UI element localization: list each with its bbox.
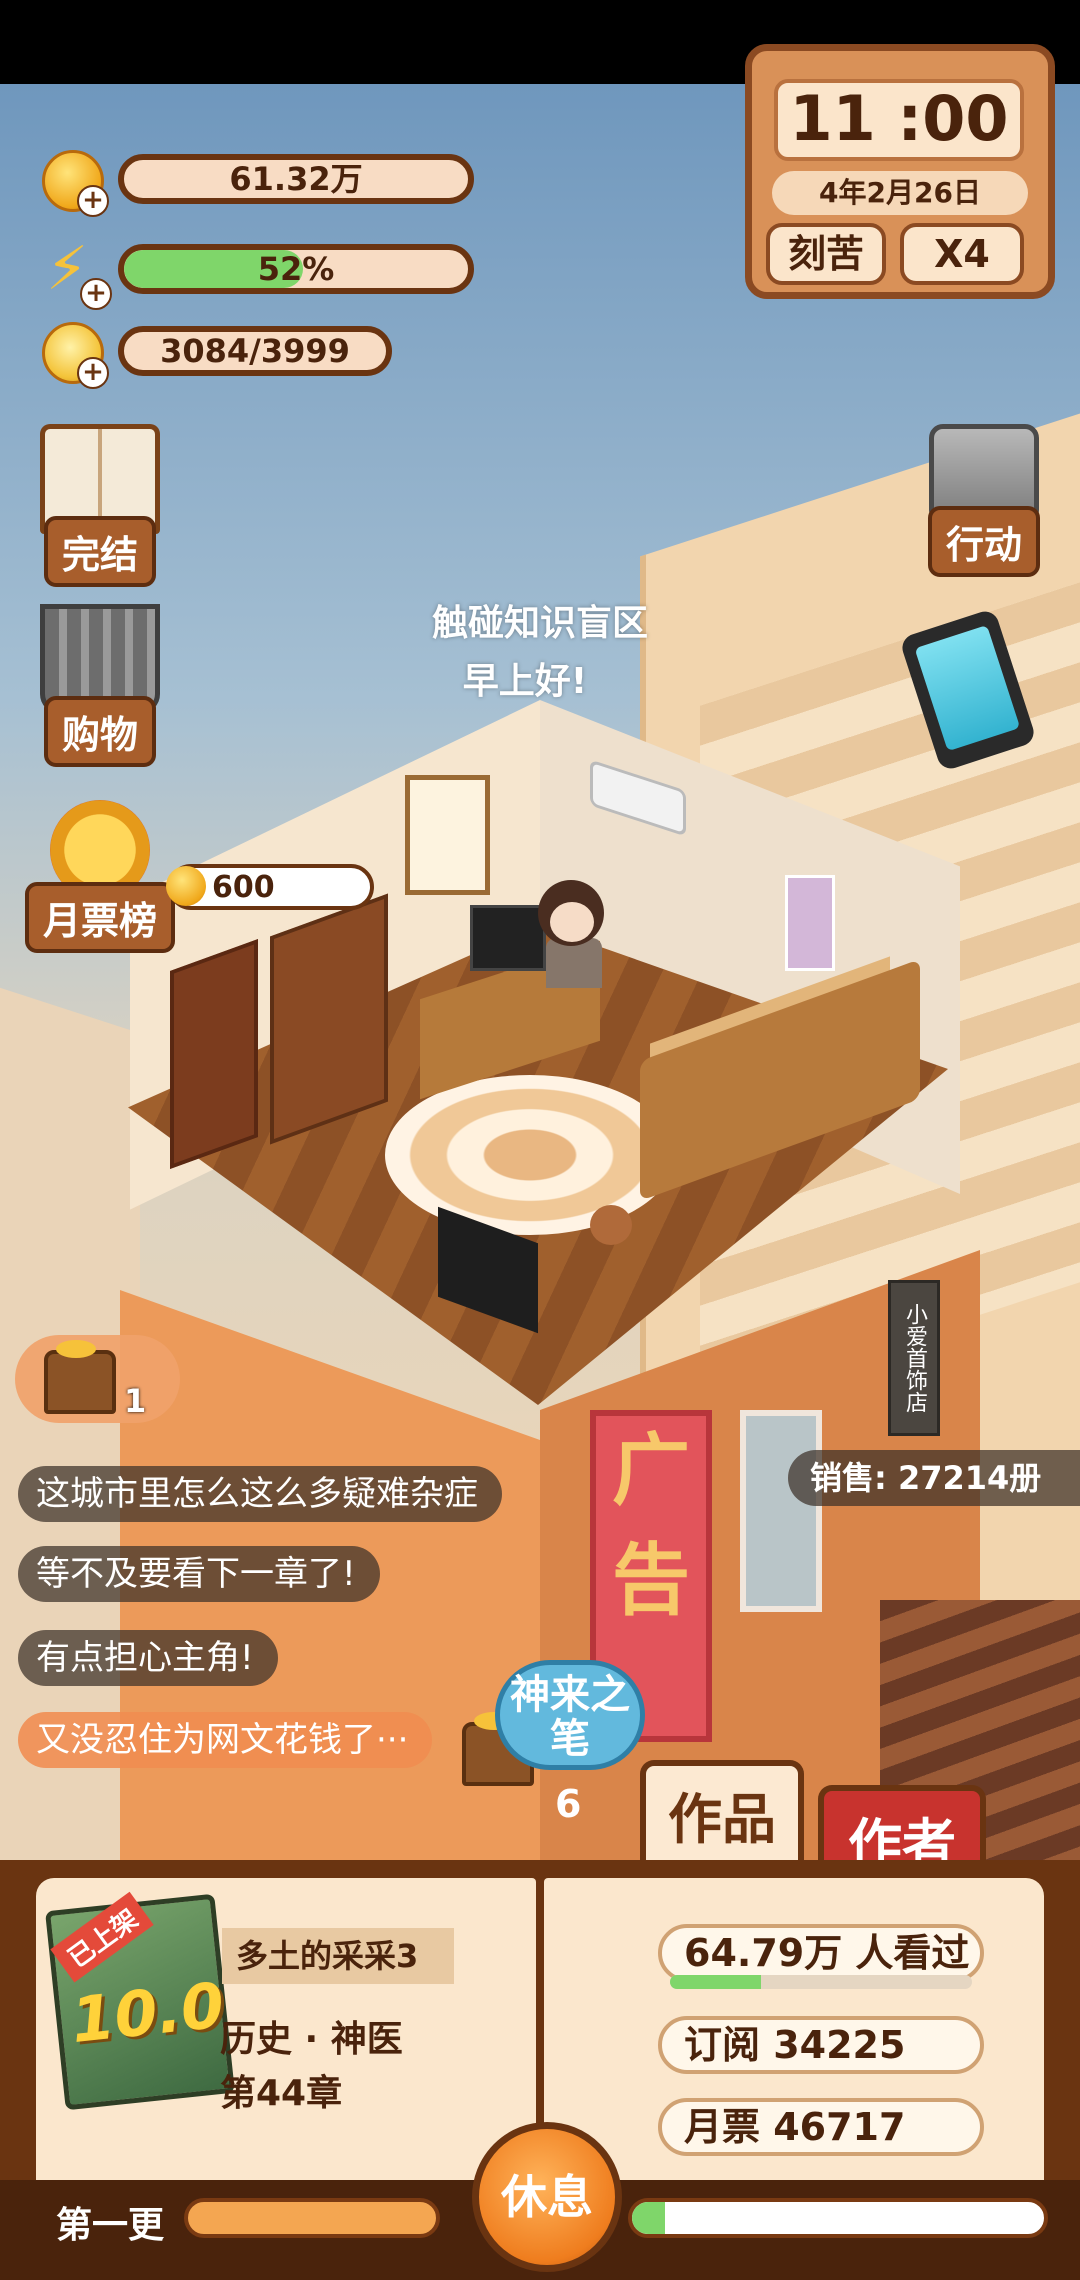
plus-icon[interactable]: + (80, 278, 112, 310)
novel-genre: 历史 · 神医 (220, 2019, 403, 2060)
novel-title: 多土的采采3 (222, 1928, 454, 1984)
energy-bar: 52% (118, 244, 474, 294)
reader-comment-highlight[interactable]: 又没忍住为网文花钱了··· (18, 1712, 433, 1768)
monthly-rank-label: 月票榜 (24, 882, 175, 953)
finish-button[interactable]: 完结 (20, 424, 180, 587)
sales-count: 销售: 27214册 (788, 1450, 1080, 1506)
lightbulb-icon: + (42, 322, 109, 389)
computer-monitor (470, 905, 546, 971)
chest-count: 1 (124, 1382, 147, 1420)
plus-icon[interactable]: + (77, 357, 109, 389)
subscriptions-stat: 订阅 34225 (658, 2016, 984, 2074)
update-progress-bar (184, 2198, 440, 2238)
bookshelf (270, 893, 388, 1145)
speed-button[interactable]: X4 (900, 223, 1024, 285)
finish-label: 完结 (43, 516, 156, 587)
coin-icon (166, 866, 206, 906)
novel-chapter: 第44章 (220, 2073, 343, 2114)
vote-reward-value: 600 (212, 870, 275, 905)
tab-works[interactable]: 作品 (640, 1760, 804, 1874)
views-progress-fill (670, 1975, 761, 1989)
rest-progress-fill (632, 2202, 665, 2234)
action-label: 行动 (927, 506, 1040, 577)
skill-count: 6 (555, 1782, 582, 1826)
reader-comment: 这城市里怎么这么多疑难杂症 (18, 1466, 502, 1522)
lightning-icon: + (42, 234, 112, 310)
treasure-chest-icon[interactable] (44, 1340, 116, 1414)
game-clock-panel: 11 :00 4年2月26日 刻苦 X4 (745, 44, 1055, 299)
coin-icon: + (42, 150, 109, 217)
monthly-votes-stat: 月票 46717 (658, 2098, 984, 2156)
coins-bar: 61.32万 (118, 154, 474, 204)
update-label: 第一更 (56, 2205, 165, 2246)
action-button[interactable]: 行动 (904, 424, 1064, 577)
views-progress-bar (670, 1975, 972, 1989)
ideas-bar: 3084/3999 (118, 326, 392, 376)
game-date: 4年2月26日 (772, 171, 1028, 215)
monthly-rank-button[interactable]: 月票榜 (20, 800, 180, 953)
rest-button[interactable]: 休息 (472, 2122, 622, 2272)
wall-poster (785, 875, 835, 971)
writer-character[interactable] (538, 880, 608, 990)
plus-icon[interactable]: + (77, 185, 109, 217)
novel-score: 10.0 (67, 1968, 228, 2058)
rest-progress-bar (628, 2198, 1048, 2238)
pet-dog[interactable] (590, 1205, 632, 1245)
reader-comment: 有点担心主角! (18, 1630, 278, 1686)
round-rug (385, 1075, 675, 1235)
work-mode-button[interactable]: 刻苦 (766, 223, 886, 285)
vote-reward-bubble[interactable]: 600 (166, 864, 374, 910)
character-face (550, 902, 594, 942)
room-door[interactable] (170, 938, 258, 1170)
house-window (740, 1410, 822, 1612)
room-window (405, 775, 490, 895)
novel-cover[interactable]: 已上架 10.0 (45, 1891, 235, 2111)
game-time: 11 :00 (774, 79, 1024, 161)
views-stat: 64.79万 人看过 (658, 1924, 984, 1982)
shop-sign: 小爱首饰店 (888, 1280, 940, 1436)
reader-comment: 等不及要看下一章了! (18, 1546, 380, 1602)
shopping-label: 购物 (43, 696, 156, 767)
skill-button[interactable]: 神来之笔 (495, 1660, 645, 1770)
shopping-button[interactable]: 购物 (20, 604, 180, 767)
